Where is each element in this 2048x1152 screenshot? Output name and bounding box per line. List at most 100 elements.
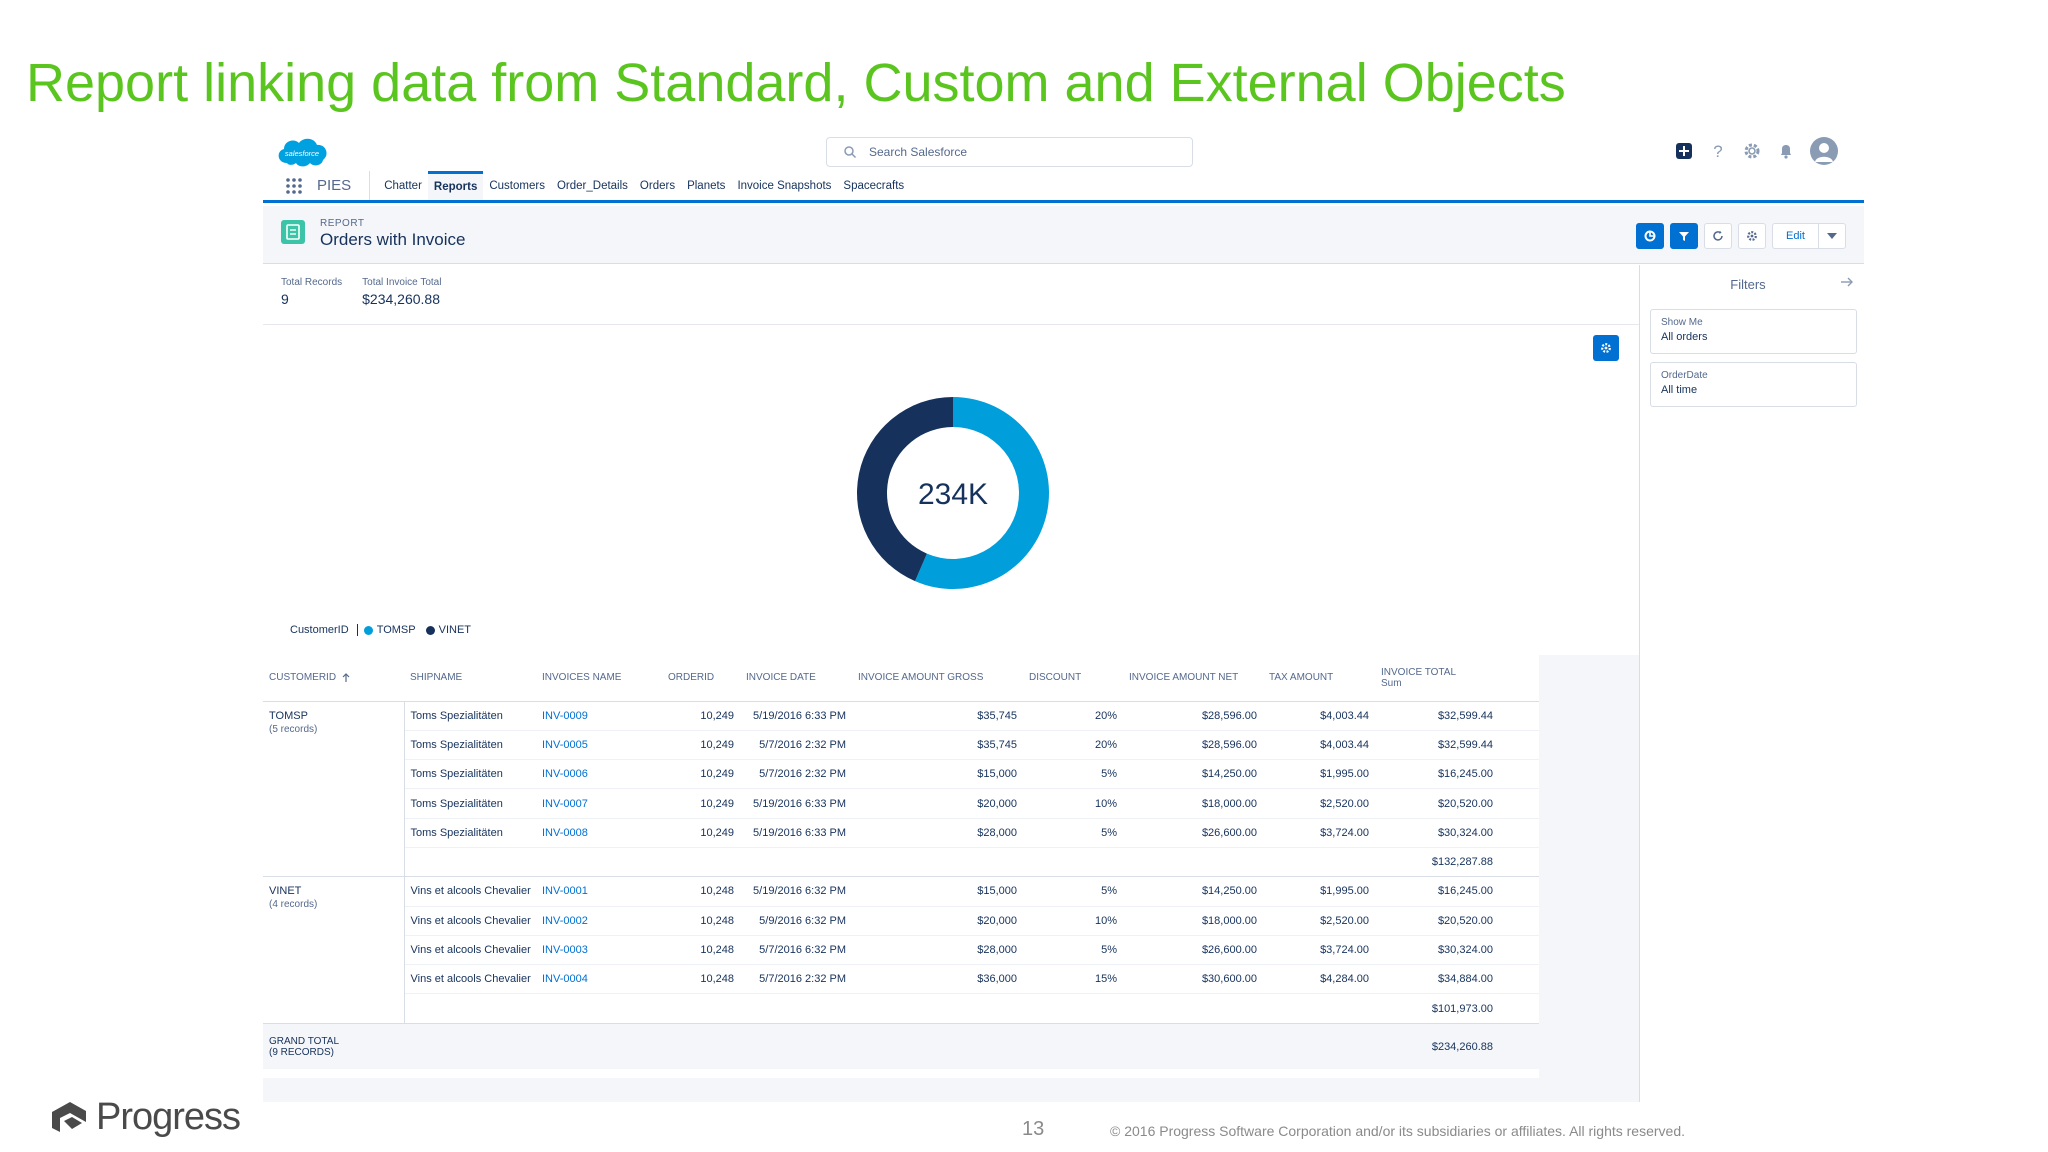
report-table: CUSTOMERID SHIPNAME INVOICES NAME ORDERI…: [263, 655, 1539, 1070]
legend-swatch: [363, 625, 373, 635]
summary-value: 9: [281, 291, 289, 307]
nav-item-reports[interactable]: Reports: [427, 171, 484, 200]
nav-item-chatter[interactable]: Chatter: [378, 171, 428, 200]
order-id-cell: 10,249: [662, 730, 740, 761]
empty-cell: [1123, 847, 1263, 878]
empty-cell: [536, 847, 662, 878]
edit-button[interactable]: Edit: [1773, 224, 1819, 248]
gross-amount-cell: $28,000: [852, 935, 1023, 966]
column-header[interactable]: INVOICE AMOUNT NET: [1123, 655, 1263, 702]
ship-name-cell: Vins et alcools Chevalier: [404, 906, 536, 936]
column-header[interactable]: INVOICES NAME: [536, 655, 662, 702]
legend-item-tomsp[interactable]: TOMSP: [363, 624, 416, 636]
filter-label: OrderDate: [1661, 370, 1708, 381]
ship-name-cell: Vins et alcools Chevalier: [404, 935, 536, 966]
gear-icon[interactable]: [1742, 141, 1762, 161]
plus-icon[interactable]: [1674, 141, 1694, 161]
filter-show-me[interactable]: Show Me All orders: [1650, 309, 1857, 354]
column-header[interactable]: SHIPNAME: [404, 655, 536, 702]
nav-item-spacecrafts[interactable]: Spacecrafts: [837, 171, 910, 200]
ship-name-cell: Toms Spezialitäten: [404, 818, 536, 848]
column-header[interactable]: CUSTOMERID: [263, 655, 404, 702]
empty-cell: [662, 1023, 740, 1070]
row-spacer: [1499, 964, 1539, 995]
filter-panel-title: Filters: [1730, 277, 1766, 292]
group-cell: TOMSP (5 records): [263, 701, 405, 878]
refresh-button[interactable]: [1704, 223, 1732, 249]
column-header[interactable]: ORDERID: [662, 655, 740, 702]
row-spacer: [1499, 906, 1539, 936]
salesforce-logo[interactable]: salesforce: [273, 133, 331, 171]
nav-item-invoice-snapshots[interactable]: Invoice Snapshots: [731, 171, 837, 200]
net-amount-cell: $26,600.00: [1123, 935, 1263, 966]
invoice-name-link[interactable]: INV-0008: [536, 818, 662, 848]
invoice-total-cell: $16,245.00: [1375, 876, 1499, 907]
order-id-cell: 10,248: [662, 964, 740, 995]
column-header[interactable]: INVOICE AMOUNT GROSS: [852, 655, 1023, 702]
empty-cell: [852, 993, 1023, 1024]
discount-cell: 15%: [1023, 964, 1123, 995]
filter-order-date[interactable]: OrderDate All time: [1650, 362, 1857, 407]
invoice-name-link[interactable]: INV-0009: [536, 701, 662, 731]
nav-item-orders[interactable]: Orders: [634, 171, 681, 200]
gross-amount-cell: $35,745: [852, 701, 1023, 731]
tax-amount-cell: $4,003.44: [1263, 730, 1375, 761]
empty-cell: [1023, 847, 1123, 878]
order-id-cell: 10,248: [662, 935, 740, 966]
empty-cell: [1023, 993, 1123, 1024]
net-amount-cell: $28,596.00: [1123, 701, 1263, 731]
invoice-name-link[interactable]: INV-0001: [536, 876, 662, 907]
gross-amount-cell: $35,745: [852, 730, 1023, 761]
sort-up-icon: [342, 672, 350, 682]
chart-icon: [1644, 230, 1656, 242]
empty-cell: [1023, 1023, 1123, 1070]
row-spacer: [1499, 1023, 1539, 1070]
more-actions-button[interactable]: [1819, 224, 1845, 248]
nav-item-order-details[interactable]: Order_Details: [551, 171, 634, 200]
column-header[interactable]: INVOICE TOTAL Sum: [1375, 655, 1499, 702]
global-search[interactable]: [826, 137, 1193, 167]
nav-item-planets[interactable]: Planets: [681, 171, 731, 200]
discount-cell: 20%: [1023, 701, 1123, 731]
search-input[interactable]: [869, 145, 1169, 159]
collapse-arrow-icon[interactable]: [1840, 275, 1854, 289]
invoice-name-link[interactable]: INV-0005: [536, 730, 662, 761]
invoice-name-link[interactable]: INV-0003: [536, 935, 662, 966]
table-row: Toms Spezialitäten INV-0006 10,249 5/7/2016…: [263, 759, 1539, 790]
tax-amount-cell: $3,724.00: [1263, 935, 1375, 966]
settings-button[interactable]: [1738, 223, 1766, 249]
nav-item-customers[interactable]: Customers: [483, 171, 551, 200]
column-header[interactable]: TAX AMOUNT: [1263, 655, 1375, 702]
empty-cell: [1263, 1023, 1375, 1070]
invoice-name-link[interactable]: INV-0004: [536, 964, 662, 995]
row-spacer: [1499, 788, 1539, 819]
filter-label: Show Me: [1661, 317, 1703, 328]
help-icon[interactable]: ?: [1708, 141, 1728, 161]
column-header[interactable]: INVOICE DATE: [740, 655, 852, 702]
invoice-name-link[interactable]: INV-0006: [536, 759, 662, 790]
legend-item-vinet[interactable]: VINET: [425, 624, 471, 636]
chart-settings-button[interactable]: [1593, 335, 1619, 361]
app-launcher-icon[interactable]: [285, 171, 307, 200]
column-header[interactable]: DISCOUNT: [1023, 655, 1123, 702]
chart-toggle-button[interactable]: [1636, 223, 1664, 249]
progress-logo: Progress: [48, 1096, 241, 1139]
invoice-name-link[interactable]: INV-0002: [536, 906, 662, 936]
net-amount-cell: $14,250.00: [1123, 759, 1263, 790]
net-amount-cell: $30,600.00: [1123, 964, 1263, 995]
discount-cell: 5%: [1023, 935, 1123, 966]
invoice-name-link[interactable]: INV-0007: [536, 788, 662, 819]
empty-cell: [404, 847, 536, 878]
grand-total-label: GRAND TOTAL: [269, 1035, 340, 1047]
progress-wordmark: Progress: [96, 1096, 241, 1138]
net-amount-cell: $18,000.00: [1123, 906, 1263, 936]
avatar-icon[interactable]: [1810, 137, 1838, 165]
summary-label: Total Invoice Total: [362, 277, 442, 288]
filter-value: All time: [1661, 384, 1698, 396]
invoice-date-cell: 5/19/2016 6:33 PM: [740, 701, 852, 731]
filter-toggle-button[interactable]: [1670, 223, 1698, 249]
table-row: TOMSP (5 records) Toms Spezialitäten INV-00…: [263, 701, 1539, 878]
bell-icon[interactable]: [1776, 141, 1796, 161]
table-row: VINET (4 records) Vins et alcools Chevalie…: [263, 876, 1539, 1024]
grand-total-row: GRAND TOTAL (9 RECORDS) $234,260.88: [263, 1023, 1539, 1070]
